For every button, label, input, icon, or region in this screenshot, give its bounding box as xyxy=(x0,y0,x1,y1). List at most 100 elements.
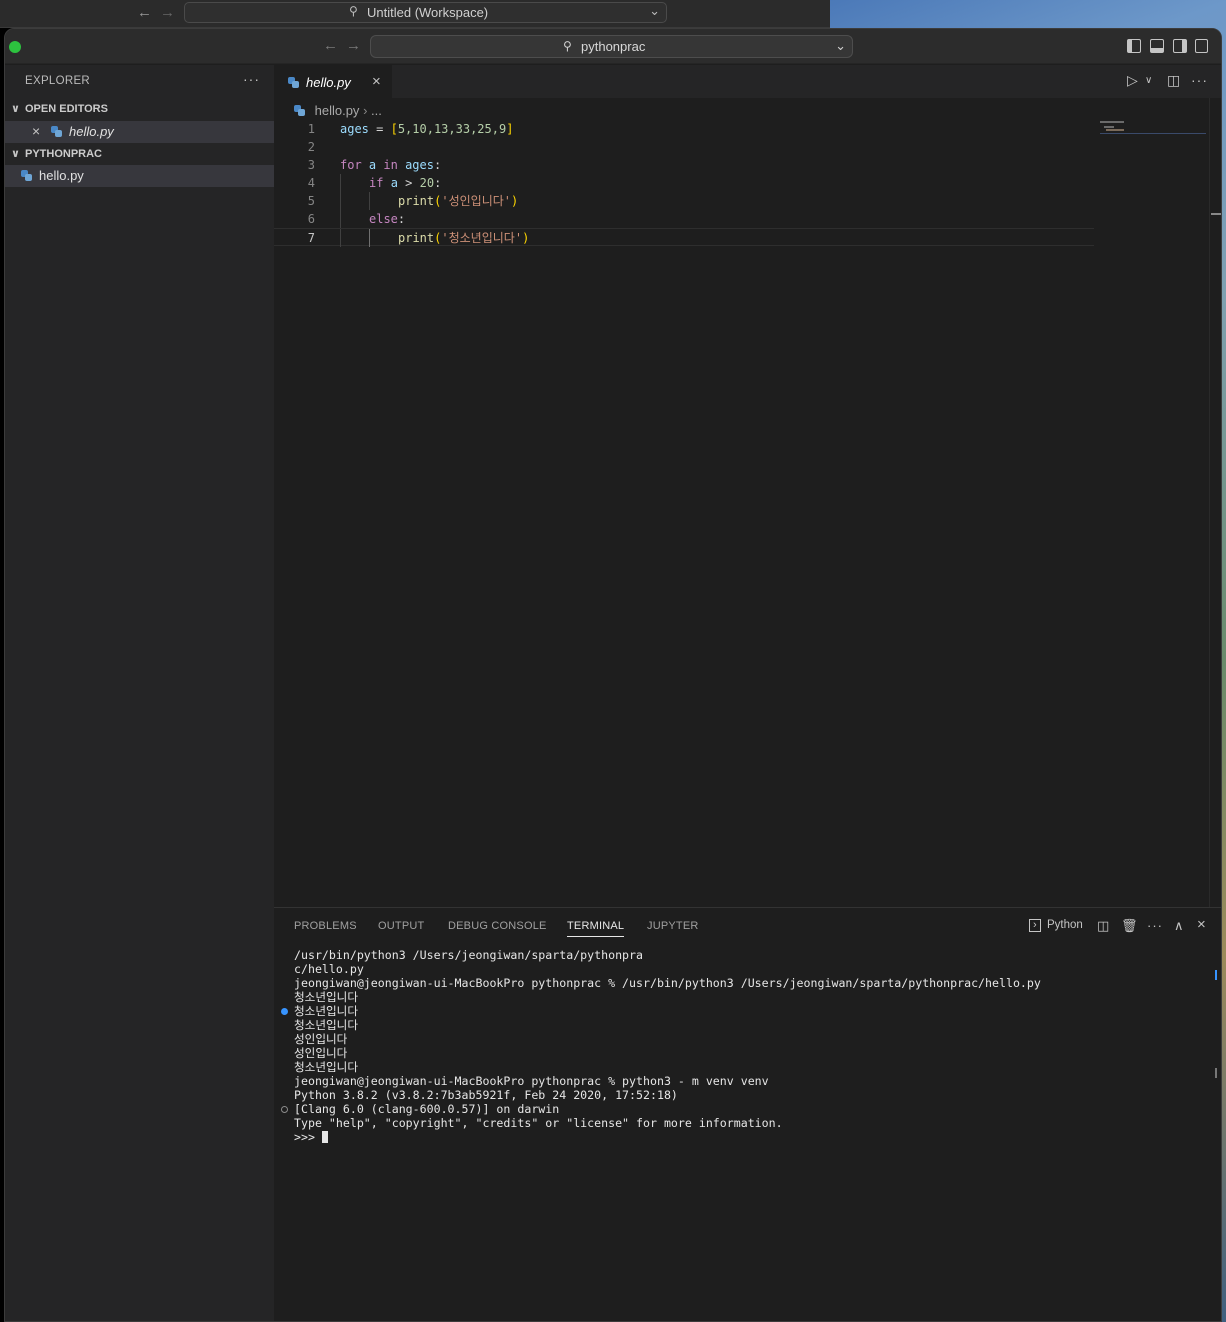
code-line: 4 if a > 20: xyxy=(274,174,1221,192)
code-line: 6 else: xyxy=(274,210,1221,228)
terminal-line: jeongiwan@jeongiwan-ui-MacBookPro python… xyxy=(294,1074,769,1088)
tab-hello-py[interactable]: hello.py × xyxy=(274,65,392,98)
trash-icon[interactable]: 🗑 xyxy=(1121,918,1138,934)
background-command-center[interactable]: ⚲ Untitled (Workspace) ⌄ xyxy=(184,2,667,23)
python-file-icon xyxy=(21,170,32,181)
project-folder-label: PYTHONPRAC xyxy=(25,148,103,160)
editor-scrollbar[interactable] xyxy=(1209,98,1221,907)
line-number: 1 xyxy=(307,122,315,136)
line-number: 6 xyxy=(307,212,315,226)
breadcrumb-separator-icon: › xyxy=(363,103,368,118)
code-editor[interactable]: 1 ages = [5,10,13,33,25,9] 2 3 for a in … xyxy=(274,120,1221,247)
token: ] xyxy=(506,122,514,136)
close-icon[interactable]: × xyxy=(32,123,40,139)
tab-jupyter[interactable]: JUPYTER xyxy=(647,920,699,932)
terminal-line: 성인입니다 xyxy=(294,1032,348,1046)
more-actions-icon[interactable]: ··· xyxy=(243,71,260,87)
split-editor-icon[interactable]: ◫ xyxy=(1167,72,1180,89)
file-tree-item-hello-py[interactable]: hello.py xyxy=(5,165,274,187)
line-number: 2 xyxy=(307,140,315,154)
terminal-line: 청소년입니다 xyxy=(294,1018,358,1032)
toggle-panel-icon[interactable] xyxy=(1150,39,1164,53)
terminal-line: 청소년입니다 xyxy=(294,990,358,1004)
run-icon[interactable]: ▷ xyxy=(1127,72,1138,89)
code-line: 1 ages = [5,10,13,33,25,9] xyxy=(274,120,1221,138)
editor-group: hello.py × ▷ ∨ ◫ ··· hello.py › ... 1 ag… xyxy=(274,65,1221,907)
indent-guide xyxy=(340,229,341,247)
window-maximize-button[interactable] xyxy=(9,41,21,53)
back-arrow-icon[interactable]: ← xyxy=(323,37,338,54)
token: print xyxy=(398,194,435,208)
split-terminal-icon[interactable]: ◫ xyxy=(1097,918,1109,934)
token: '성인입니다' xyxy=(441,194,512,208)
tab-debug-console[interactable]: DEBUG CONSOLE xyxy=(448,920,547,932)
editor-tab-bar: hello.py × ▷ ∨ ◫ ··· xyxy=(274,65,1221,98)
tab-label: hello.py xyxy=(306,75,351,90)
title-bar: ← → ⚲ pythonprac ⌄ xyxy=(5,29,1221,64)
indent-guide xyxy=(369,192,370,210)
terminal-prompt-line[interactable]: >>> xyxy=(294,1130,1041,1144)
background-window-titlebar: ← → ⚲ Untitled (Workspace) ⌄ xyxy=(0,0,830,28)
python-file-icon xyxy=(294,105,305,116)
close-panel-icon[interactable]: × xyxy=(1197,916,1206,933)
token: else xyxy=(369,212,398,226)
token: a xyxy=(368,158,377,172)
token: '청소년입니다' xyxy=(441,231,523,245)
token: : xyxy=(434,176,442,190)
terminal-shell-label[interactable]: Python xyxy=(1047,919,1083,931)
chevron-down-icon: ∨ xyxy=(11,103,20,115)
breadcrumb-file[interactable]: hello.py xyxy=(315,103,360,118)
forward-arrow-icon[interactable]: → xyxy=(346,37,361,54)
bottom-panel: PROBLEMS OUTPUT DEBUG CONSOLE TERMINAL J… xyxy=(274,907,1221,1321)
tab-output[interactable]: OUTPUT xyxy=(378,920,424,932)
back-arrow-icon[interactable]: ← xyxy=(137,4,152,21)
line-number: 5 xyxy=(307,194,315,208)
toggle-secondary-sidebar-icon[interactable] xyxy=(1173,39,1187,53)
file-tree-filename: hello.py xyxy=(39,168,84,183)
token: ages xyxy=(405,158,434,172)
maximize-panel-icon[interactable]: ∧ xyxy=(1174,918,1184,934)
project-folder-header[interactable]: ∨ PYTHONPRAC xyxy=(5,144,274,166)
open-editor-item-hello-py[interactable]: × hello.py xyxy=(5,121,274,143)
open-editors-header[interactable]: ∨ OPEN EDITORS xyxy=(5,99,274,121)
indent-guide xyxy=(369,229,370,247)
token: for xyxy=(340,158,362,172)
search-icon: ⚲ xyxy=(349,4,358,18)
customize-layout-icon[interactable] xyxy=(1195,39,1208,53)
command-success-dot[interactable] xyxy=(281,1008,288,1015)
terminal-icon: › xyxy=(1029,919,1041,932)
terminal-line: c/hello.py xyxy=(294,962,364,976)
terminal-cursor xyxy=(321,1131,328,1143)
more-actions-icon[interactable]: ··· xyxy=(1147,918,1163,933)
chevron-down-icon: ⌄ xyxy=(649,3,660,18)
tab-terminal[interactable]: TERMINAL xyxy=(567,920,625,937)
python-file-icon xyxy=(288,77,299,88)
close-icon[interactable]: × xyxy=(372,73,381,90)
breadcrumb-symbols[interactable]: ... xyxy=(371,103,382,118)
minimap[interactable] xyxy=(1100,121,1206,141)
tab-problems[interactable]: PROBLEMS xyxy=(294,920,357,932)
indent-guide xyxy=(340,192,341,210)
code-line: 2 xyxy=(274,138,1221,156)
terminal-line: [Clang 6.0 (clang-600.0.57)] on darwin xyxy=(294,1102,560,1116)
open-editors-label: OPEN EDITORS xyxy=(25,103,108,115)
command-center-text: pythonprac xyxy=(581,39,646,54)
python-file-icon xyxy=(51,126,62,137)
command-center[interactable]: ⚲ pythonprac ⌄ xyxy=(370,35,853,58)
forward-arrow-icon[interactable]: → xyxy=(160,4,175,21)
token: = xyxy=(368,122,391,136)
token: : xyxy=(397,212,406,226)
code-line: 3 for a in ages: xyxy=(274,156,1221,174)
terminal-line: 청소년입니다 xyxy=(294,1060,358,1074)
terminal-output[interactable]: /usr/bin/python3 /Users/jeongiwan/sparta… xyxy=(294,948,1041,1144)
background-search-text: Untitled (Workspace) xyxy=(367,5,489,20)
run-dropdown-icon[interactable]: ∨ xyxy=(1145,75,1152,86)
toggle-primary-sidebar-icon[interactable] xyxy=(1127,39,1141,53)
terminal-scroll-marker xyxy=(1215,1068,1217,1078)
chevron-down-icon: ⌄ xyxy=(835,38,846,53)
command-decoration-dot[interactable] xyxy=(281,1106,288,1113)
explorer-sidebar: EXPLORER ··· ∨ OPEN EDITORS × hello.py ∨… xyxy=(5,65,274,1321)
token: 20 xyxy=(419,176,435,190)
token: a xyxy=(390,176,398,190)
more-actions-icon[interactable]: ··· xyxy=(1191,72,1208,88)
